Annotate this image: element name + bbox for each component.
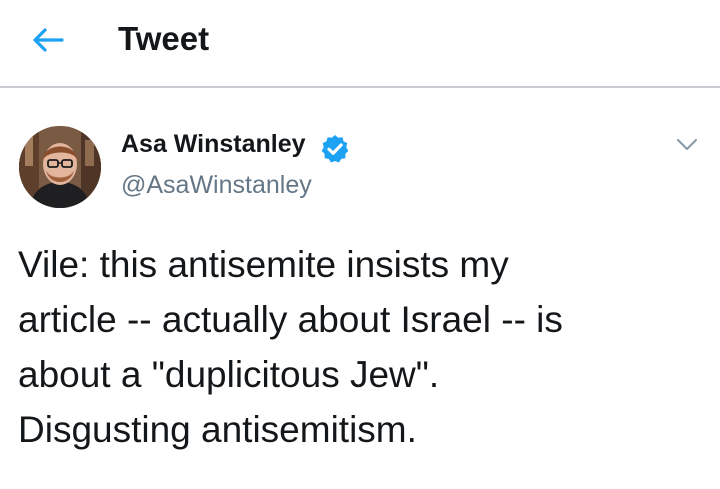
- page-title: Tweet: [118, 20, 210, 57]
- tweet-text-line: Disgusting antisemitism.: [18, 409, 417, 450]
- avatar[interactable]: [19, 126, 101, 208]
- chevron-down-icon: [677, 139, 697, 150]
- tweet-menu-button[interactable]: [670, 130, 704, 160]
- arrow-left-icon: [33, 28, 64, 52]
- top-bar: Tweet: [0, 0, 720, 88]
- tweet-text-line: about a "duplicitous Jew".: [18, 354, 440, 395]
- avatar-image: [19, 126, 101, 208]
- tweet-text-line: article -- actually about Israel -- is: [18, 299, 563, 340]
- tweet-text: Vile: this antisemite insists my article…: [18, 237, 708, 457]
- back-button[interactable]: [24, 22, 72, 58]
- author-name[interactable]: Asa Winstanley: [121, 128, 306, 160]
- author-handle[interactable]: @AsaWinstanley: [121, 169, 312, 201]
- tweet-text-line: Vile: this antisemite insists my: [18, 244, 509, 285]
- verified-badge-icon: [321, 135, 349, 163]
